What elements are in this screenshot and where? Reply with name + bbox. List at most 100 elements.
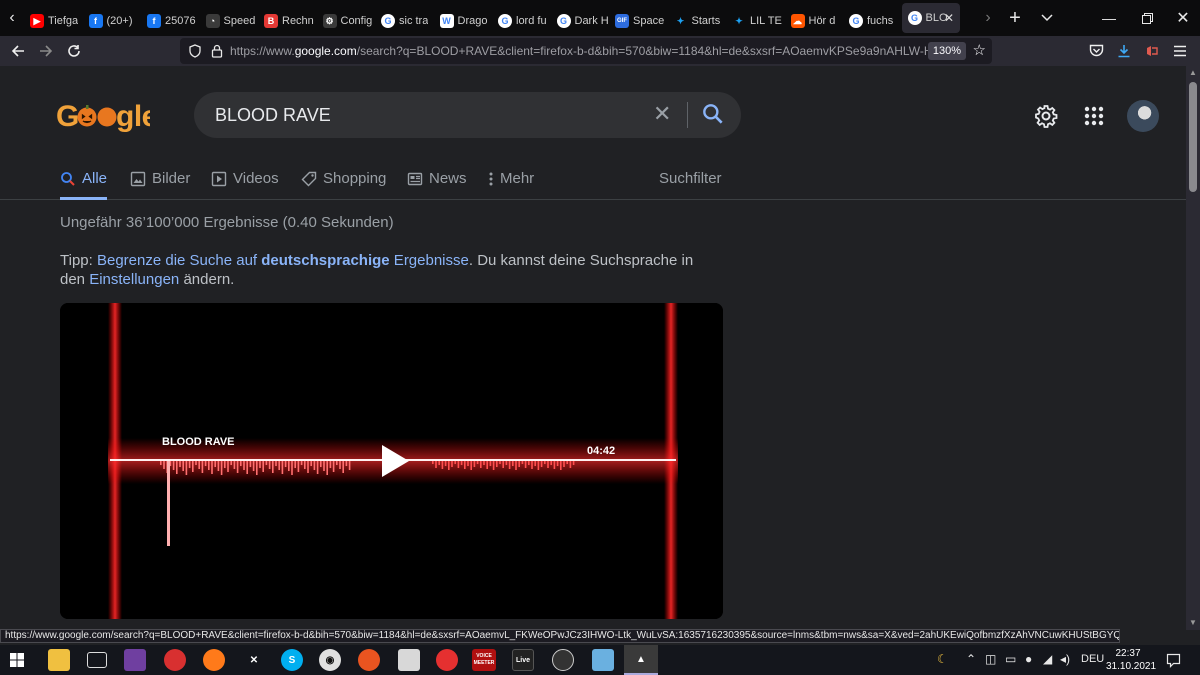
tab-list-button[interactable] bbox=[1024, 0, 1070, 36]
tab-bilder-label: Bilder bbox=[152, 170, 191, 187]
waveform-bar bbox=[297, 461, 300, 472]
twitter-icon: ✦ bbox=[676, 15, 685, 26]
browser-tab[interactable]: f 25076 bbox=[141, 3, 200, 39]
firefox-icon[interactable] bbox=[203, 649, 225, 671]
arrow-left-icon bbox=[11, 45, 24, 57]
close-window-button[interactable]: ✕ bbox=[1160, 0, 1200, 36]
search-icon[interactable] bbox=[700, 101, 726, 127]
image-icon bbox=[130, 171, 146, 187]
tray-expand-icon[interactable]: ⌃ bbox=[966, 652, 976, 666]
skype-icon[interactable]: S bbox=[281, 649, 303, 671]
tab-videos[interactable]: Videos bbox=[211, 170, 279, 200]
pocket-button[interactable] bbox=[1082, 38, 1110, 64]
bookmark-star-icon[interactable]: ☆ bbox=[973, 41, 986, 59]
browser-tab[interactable]: Gfuchs bbox=[843, 3, 902, 39]
tab-scroll-left-button[interactable]: ‹ bbox=[0, 0, 24, 36]
scrollbar-thumb[interactable] bbox=[1189, 82, 1197, 192]
waveform-bar bbox=[284, 461, 287, 467]
account-avatar[interactable] bbox=[1127, 100, 1159, 132]
waveform-bar bbox=[480, 461, 482, 468]
notifications-icon[interactable] bbox=[1166, 653, 1181, 668]
search-filter-button[interactable]: Suchfilter bbox=[659, 170, 722, 187]
night-light-icon[interactable]: ☾ bbox=[937, 652, 948, 666]
browser-tab[interactable]: ✦ Starts bbox=[668, 3, 727, 39]
app-purple-icon[interactable] bbox=[124, 649, 146, 671]
browser-tab[interactable]: W Drago bbox=[434, 3, 493, 39]
volume-icon[interactable]: ◂) bbox=[1060, 652, 1070, 666]
browser-tab[interactable]: G BLO ✕ bbox=[901, 3, 960, 33]
browser-tab[interactable]: f (20+) bbox=[83, 3, 142, 39]
voicemeeter-icon[interactable]: VOICE MEETER bbox=[472, 649, 496, 671]
app-blue-icon[interactable] bbox=[592, 649, 614, 671]
url-text[interactable]: https://www.google.com/search?q=BLOOD+RA… bbox=[230, 44, 930, 58]
waveform-bar bbox=[451, 461, 453, 467]
windows-start-icon[interactable] bbox=[10, 653, 24, 667]
browser-tab-label: lord fu bbox=[516, 15, 547, 27]
address-bar[interactable]: https://www.google.com/search?q=BLOOD+RA… bbox=[180, 38, 992, 64]
app-red-round-icon[interactable] bbox=[436, 649, 458, 671]
settings-gear-icon[interactable] bbox=[1034, 104, 1058, 128]
forward-button[interactable] bbox=[32, 38, 60, 64]
waveform-bar bbox=[432, 461, 434, 464]
obs-icon[interactable] bbox=[552, 649, 574, 671]
app-red-icon[interactable] bbox=[164, 649, 186, 671]
tab-shopping[interactable]: Shopping bbox=[301, 170, 386, 200]
battery-icon[interactable]: ▭ bbox=[1005, 652, 1016, 666]
inkscape-icon[interactable]: ▲ bbox=[624, 645, 658, 675]
browser-tab[interactable]: ◔ Speed bbox=[200, 3, 259, 39]
wifi-icon[interactable]: ◢ bbox=[1043, 652, 1052, 666]
tab-bilder[interactable]: Bilder bbox=[130, 170, 190, 200]
waveform-bar bbox=[294, 461, 296, 468]
close-tab-icon[interactable]: ✕ bbox=[944, 11, 954, 25]
tray-app-icon[interactable]: ◫ bbox=[985, 652, 996, 666]
scroll-down-icon[interactable]: ▼ bbox=[1186, 616, 1200, 630]
ableton-live-icon[interactable]: Live bbox=[512, 649, 534, 671]
file-explorer-icon[interactable] bbox=[48, 649, 70, 671]
zoom-level-badge[interactable]: 130% bbox=[927, 42, 966, 60]
scroll-up-icon[interactable]: ▲ bbox=[1186, 66, 1200, 80]
browser-tab[interactable]: G Dark H bbox=[551, 3, 610, 39]
extension-button[interactable] bbox=[1138, 38, 1166, 64]
settings-link[interactable]: Einstellungen bbox=[89, 271, 179, 288]
browser-tab[interactable]: ☁ Hör d bbox=[785, 3, 844, 39]
browser-tab[interactable]: ▶ Tiefga bbox=[24, 3, 83, 39]
search-input[interactable]: BLOOD RAVE ✕ bbox=[194, 92, 741, 138]
video-result-thumbnail[interactable]: BLOOD RAVE 04:42 bbox=[60, 303, 723, 619]
google-doodle-logo[interactable]: G gle bbox=[56, 98, 158, 140]
search-query-text[interactable]: BLOOD RAVE bbox=[215, 105, 331, 126]
page-scrollbar[interactable]: ▲ ▼ bbox=[1186, 66, 1200, 630]
tab-alle[interactable]: Alle bbox=[60, 170, 108, 200]
browser-tab[interactable]: ⚙ Config bbox=[317, 3, 376, 39]
tab-mehr[interactable]: Mehr bbox=[486, 170, 534, 200]
app-circle-icon[interactable]: ◉ bbox=[319, 649, 341, 671]
apps-grid-icon[interactable] bbox=[1082, 104, 1106, 128]
browser-tab[interactable]: B Rechn bbox=[258, 3, 317, 39]
app-window-icon[interactable] bbox=[398, 649, 420, 671]
tab-news[interactable]: News bbox=[407, 170, 467, 200]
language-indicator[interactable]: DEU bbox=[1081, 653, 1104, 665]
back-button[interactable] bbox=[4, 38, 32, 64]
browser-tab[interactable]: GIF Space bbox=[609, 3, 668, 39]
browser-tab-label: sic tra bbox=[399, 15, 429, 27]
lock-icon[interactable] bbox=[210, 44, 224, 58]
language-restrict-link[interactable]: Begrenze die Suche auf deutschsprachige … bbox=[97, 252, 469, 269]
ubuntu-icon[interactable] bbox=[358, 649, 380, 671]
browser-tab[interactable]: ✦ LIL TE bbox=[726, 3, 785, 39]
system-clock[interactable]: 22:37 31.10.2021 bbox=[1106, 647, 1156, 673]
downloads-button[interactable] bbox=[1110, 38, 1138, 64]
clear-search-icon[interactable]: ✕ bbox=[653, 101, 671, 127]
search-tabs: Alle Bilder Videos Shopping News Mehr Su… bbox=[0, 162, 1186, 200]
swords-icon[interactable]: ✕ bbox=[243, 649, 265, 671]
menu-button[interactable] bbox=[1166, 38, 1194, 64]
desktop-icon[interactable] bbox=[87, 652, 107, 668]
waveform-bar bbox=[281, 461, 284, 474]
browser-tab[interactable]: Glord fu bbox=[492, 3, 551, 39]
waveform-bar bbox=[185, 461, 188, 475]
waveform-bar bbox=[201, 461, 204, 473]
microphone-icon[interactable]: ● bbox=[1025, 652, 1032, 666]
browser-tab[interactable]: Gsic tra bbox=[375, 3, 434, 39]
tracking-protection-icon[interactable] bbox=[188, 44, 202, 58]
result-stats: Ungefähr 36’100’000 Ergebnisse (0.40 Sek… bbox=[60, 214, 394, 231]
reload-button[interactable] bbox=[60, 38, 88, 64]
voicemeeter-label: VOICE bbox=[476, 653, 492, 659]
